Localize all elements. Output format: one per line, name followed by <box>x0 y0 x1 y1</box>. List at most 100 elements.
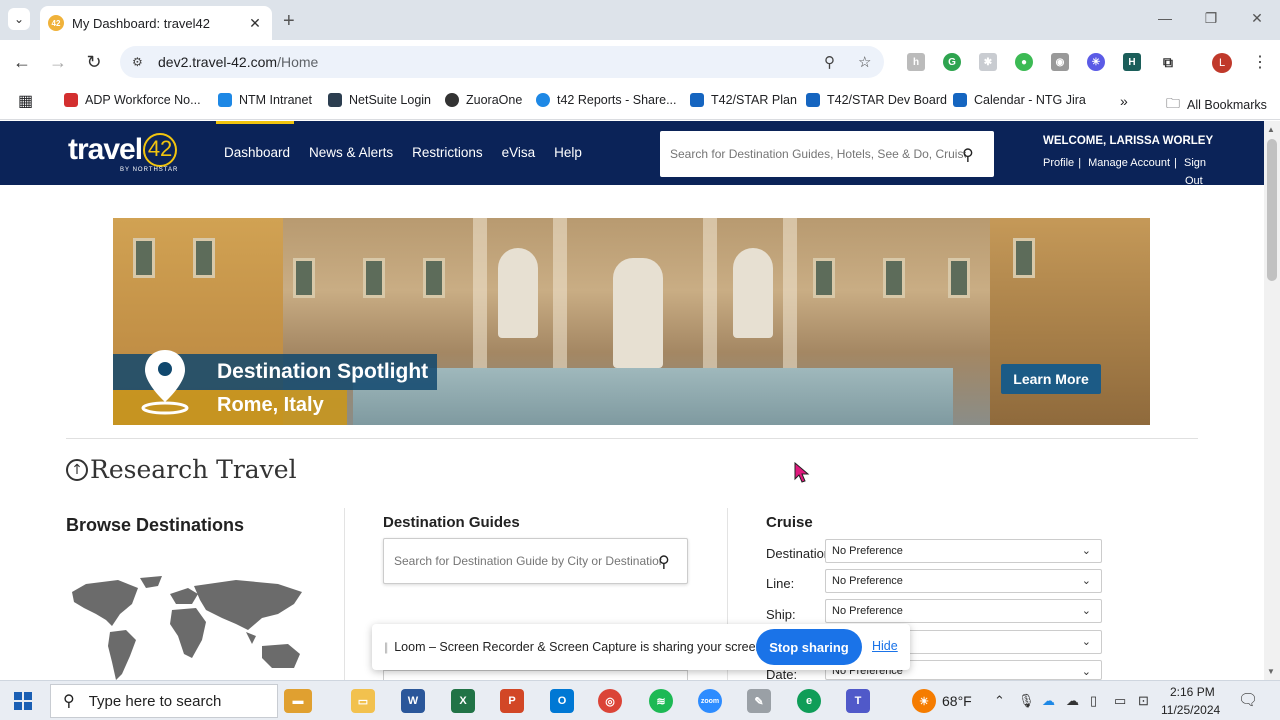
cloud-icon[interactable]: ☁ <box>1066 693 1079 709</box>
spotify-icon[interactable]: ≋ <box>649 689 673 713</box>
microphone-icon[interactable]: 🎙 <box>1018 693 1035 709</box>
extension-icon[interactable]: h <box>907 53 925 71</box>
forward-arrow-icon[interactable]: → <box>46 50 70 74</box>
learn-more-button[interactable]: Learn More <box>1001 364 1101 394</box>
page-scrollbar[interactable]: ▲ ▼ <box>1264 121 1280 680</box>
bookmark-zuoraone[interactable]: ZuoraOne <box>445 93 522 107</box>
browser-tab-active[interactable]: 42 My Dashboard: travel42 ✕ <box>40 6 272 40</box>
minimize-icon[interactable]: — <box>1142 10 1188 26</box>
spotlight-title: Destination Spotlight <box>217 360 429 383</box>
window-close-icon[interactable]: ✕ <box>1234 10 1280 27</box>
scroll-down-icon[interactable]: ▼ <box>1267 667 1275 676</box>
file-explorer-icon[interactable]: ▭ <box>351 689 375 713</box>
outlook-icon[interactable]: O <box>550 689 574 713</box>
reload-icon[interactable]: ↻ <box>82 50 106 74</box>
mouse-cursor-icon <box>794 462 810 483</box>
windows-start-icon[interactable] <box>14 692 32 710</box>
bookmark-adp[interactable]: ADP Workforce No... <box>64 93 201 107</box>
cruise-destination-select[interactable]: No Preference ⌄ <box>825 539 1102 563</box>
travel42-logo[interactable]: travel 42 BY NORTHSTAR <box>68 133 177 173</box>
scroll-thumb[interactable] <box>1267 139 1277 281</box>
destination-spotlight-banner[interactable]: Destination Spotlight Rome, Italy Learn … <box>113 218 1150 425</box>
tray-chevron-up-icon[interactable]: ⌃ <box>994 693 1005 709</box>
all-bookmarks-folder[interactable]: 🗀 All Bookmarks <box>1166 93 1267 117</box>
stop-sharing-button[interactable]: Stop sharing <box>756 629 862 665</box>
zoom-icon[interactable]: ⚲ <box>824 53 835 71</box>
extension-icon[interactable]: ✱ <box>979 53 997 71</box>
network-icon[interactable]: ⊡ <box>1138 693 1149 709</box>
extension-icon[interactable]: ● <box>1015 53 1033 71</box>
cruise-line-label: Line: <box>766 576 795 591</box>
profile-link[interactable]: Profile <box>1043 157 1074 169</box>
nav-dashboard[interactable]: Dashboard <box>224 145 290 160</box>
sign-out-link[interactable]: Sign <box>1184 157 1206 169</box>
drag-handle-icon[interactable]: || <box>384 640 388 654</box>
world-map[interactable] <box>66 574 310 680</box>
secondary-search-box[interactable] <box>383 670 688 680</box>
extensions-puzzle-icon[interactable]: ⧉ <box>1159 53 1177 71</box>
hide-link[interactable]: Hide <box>872 639 898 653</box>
search-icon[interactable]: ⚲ <box>658 552 670 572</box>
back-arrow-icon[interactable]: ← <box>10 50 34 74</box>
browser-menu-icon[interactable]: ⋮ <box>1252 52 1268 72</box>
weather-temperature[interactable]: 68°F <box>942 693 972 709</box>
nav-news-alerts[interactable]: News & Alerts <box>309 145 393 160</box>
bookmark-star-icon[interactable]: ☆ <box>858 53 871 71</box>
extension-icon[interactable]: H <box>1123 53 1141 71</box>
tab-search-button[interactable]: ⌄ <box>8 8 30 30</box>
active-nav-indicator <box>216 121 294 124</box>
apps-grid-icon[interactable]: ▦ <box>18 91 33 111</box>
cruise-ship-select[interactable]: No Preference ⌄ <box>825 599 1102 623</box>
grammarly-extension-icon[interactable]: G <box>943 53 961 71</box>
excel-icon[interactable]: X <box>451 689 475 713</box>
edge-icon[interactable]: e <box>797 689 821 713</box>
banner-window <box>193 238 215 278</box>
new-tab-icon[interactable]: + <box>283 10 295 33</box>
chrome-icon[interactable]: ◎ <box>598 689 622 713</box>
bookmark-t42-reports[interactable]: t42 Reports - Share... <box>536 93 677 107</box>
search-icon[interactable]: ⚲ <box>962 145 974 165</box>
bookmark-star-dev-board[interactable]: T42/STAR Dev Board <box>806 93 947 107</box>
site-info-icon[interactable]: ⚙ <box>132 55 156 69</box>
phone-icon[interactable]: ▯ <box>1090 693 1097 709</box>
bookmark-star-plan[interactable]: T42/STAR Plan <box>690 93 797 107</box>
zoom-icon[interactable]: zoom <box>698 689 722 713</box>
more-bookmarks-chevron-icon[interactable]: » <box>1120 93 1128 109</box>
sign-out-link-wrap[interactable]: Out <box>1185 175 1203 187</box>
word-icon[interactable]: W <box>401 689 425 713</box>
site-search-input[interactable] <box>670 147 966 161</box>
briefcase-app-icon[interactable]: ▬ <box>284 689 312 713</box>
notifications-icon[interactable]: 🗨 <box>1238 690 1258 710</box>
loom-extension-icon[interactable]: ✳ <box>1087 53 1105 71</box>
profile-avatar[interactable]: L <box>1212 53 1232 73</box>
nav-evisa[interactable]: eVisa <box>502 145 536 160</box>
address-bar[interactable]: ⚙ dev2.travel-42.com/Home ⚲ ☆ <box>120 46 884 78</box>
taskbar-search-box[interactable]: ⚲ Type here to search <box>50 684 278 718</box>
nav-restrictions[interactable]: Restrictions <box>412 145 483 160</box>
clock-date[interactable]: 11/25/2024 <box>1161 703 1220 717</box>
banner-window <box>813 258 835 298</box>
powerpoint-icon[interactable]: P <box>500 689 524 713</box>
url-path: /Home <box>277 54 319 70</box>
tab-close-icon[interactable]: ✕ <box>246 15 264 32</box>
cruise-line-select[interactable]: No Preference ⌄ <box>825 569 1102 593</box>
restore-icon[interactable]: ❐ <box>1188 10 1234 27</box>
bookmark-calendar-jira[interactable]: Calendar - NTG Jira <box>953 93 1086 107</box>
teams-icon[interactable]: T <box>846 689 870 713</box>
destination-guide-search-input[interactable] <box>394 554 662 568</box>
folder-icon: 🗀 <box>1166 95 1180 111</box>
banner-fountain-water <box>353 368 953 425</box>
weather-icon[interactable]: ☀ <box>912 689 936 713</box>
nav-help[interactable]: Help <box>554 145 582 160</box>
manage-account-link[interactable]: Manage Account <box>1088 157 1170 169</box>
onedrive-icon[interactable]: ☁ <box>1042 693 1055 709</box>
arrow-up-circle-icon[interactable]: ↑ <box>66 458 88 481</box>
bookmark-netsuite[interactable]: NetSuite Login <box>328 93 431 107</box>
paint-icon[interactable]: ✎ <box>747 689 771 713</box>
cruise-ship-label: Ship: <box>766 607 796 622</box>
clock-time[interactable]: 2:16 PM <box>1170 685 1215 699</box>
bookmark-ntm-intranet[interactable]: NTM Intranet <box>218 93 312 107</box>
scroll-up-icon[interactable]: ▲ <box>1267 125 1275 134</box>
battery-icon[interactable]: ▭ <box>1114 693 1126 709</box>
camera-extension-icon[interactable]: ◉ <box>1051 53 1069 71</box>
